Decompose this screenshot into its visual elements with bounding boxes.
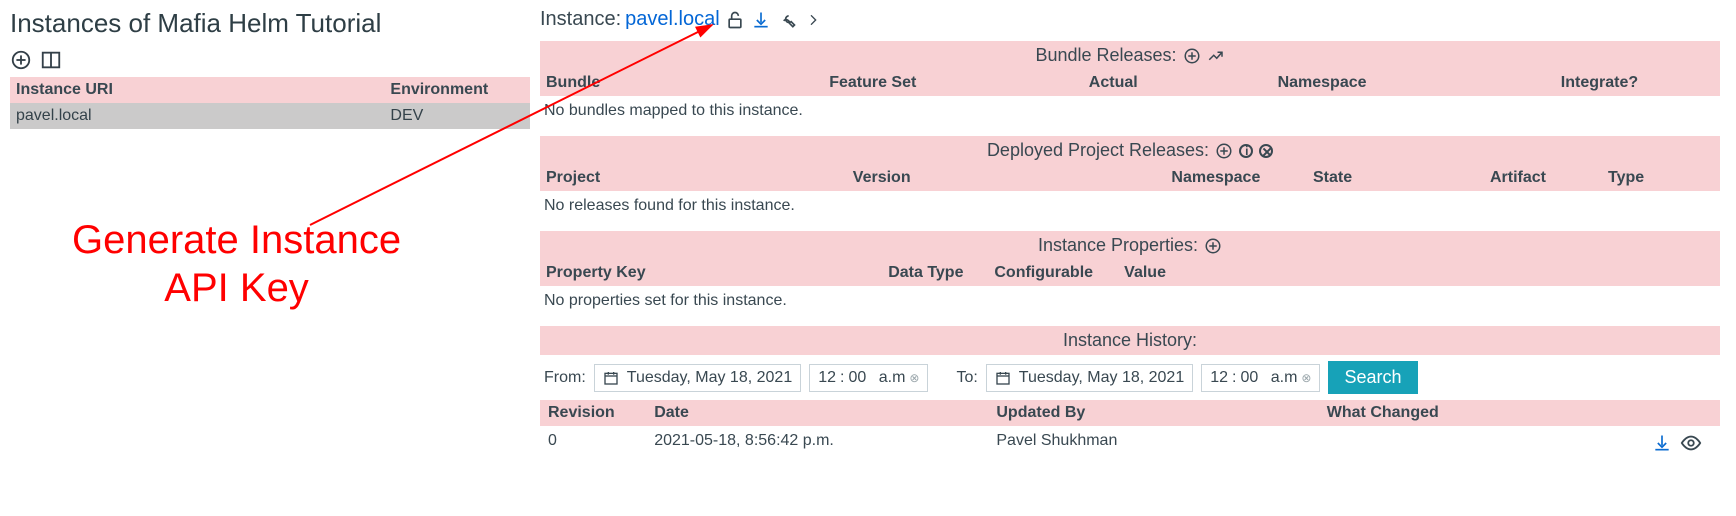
add-bundle-icon[interactable] <box>1183 47 1201 65</box>
deployed-section: Deployed Project Releases: Project Versi… <box>540 136 1720 221</box>
col-version: Version <box>847 165 1166 191</box>
col-configurable: Configurable <box>988 260 1118 286</box>
col-namespace: Namespace <box>1272 70 1555 96</box>
col-datatype: Data Type <box>882 260 988 286</box>
time-m: 00 <box>848 369 866 387</box>
deployed-title: Deployed Project Releases: <box>540 136 1720 165</box>
time-h: 12 <box>818 369 836 387</box>
cell-uri: pavel.local <box>10 103 384 129</box>
cell-whatchanged <box>1319 426 1720 460</box>
time-ampm: a.m <box>879 369 906 387</box>
clear-icon[interactable]: ⊗ <box>1301 371 1311 385</box>
col-propkey: Property Key <box>540 260 882 286</box>
instance-label: Instance: <box>540 8 621 31</box>
time-ampm: a.m <box>1271 369 1298 387</box>
col-value: Value <box>1118 260 1720 286</box>
delete-icon[interactable] <box>1259 144 1273 158</box>
time-h: 12 <box>1210 369 1228 387</box>
col-updatedby: Updated By <box>988 400 1318 426</box>
calendar-icon <box>995 370 1011 386</box>
title-text: Deployed Project Releases: <box>987 140 1209 161</box>
col-revision: Revision <box>540 400 646 426</box>
col-whatchanged: What Changed <box>1319 400 1720 426</box>
cell-date: 2021-05-18, 8:56:42 p.m. <box>646 426 988 460</box>
trend-icon[interactable] <box>1207 47 1225 65</box>
calendar-icon <box>603 370 619 386</box>
lock-open-icon[interactable] <box>724 9 746 31</box>
deployed-empty: No releases found for this instance. <box>540 191 1720 221</box>
to-time-input[interactable]: 12:00 a.m ⊗ <box>1201 364 1320 392</box>
from-time-input[interactable]: 12:00 a.m ⊗ <box>809 364 928 392</box>
history-title: Instance History: <box>540 326 1720 355</box>
cell-revision: 0 <box>540 426 646 460</box>
history-section: Instance History: From: Tuesday, May 18,… <box>540 326 1720 460</box>
bundle-empty: No bundles mapped to this instance. <box>540 96 1720 126</box>
properties-section: Instance Properties: Property Key Data T… <box>540 231 1720 316</box>
add-release-icon[interactable] <box>1215 142 1233 160</box>
title-text: Bundle Releases: <box>1035 45 1176 66</box>
col-actual: Actual <box>1083 70 1272 96</box>
title-text: Instance History: <box>1063 330 1197 351</box>
search-button[interactable]: Search <box>1328 361 1417 394</box>
eye-icon[interactable] <box>1680 432 1702 454</box>
deployed-columns: Project Version Namespace State Artifact… <box>540 165 1720 191</box>
date-value: Tuesday, May 18, 2021 <box>627 369 792 387</box>
col-integrate: Integrate? <box>1555 70 1720 96</box>
title-text: Instance Properties: <box>1038 235 1198 256</box>
add-instance-icon[interactable] <box>10 49 32 71</box>
bundle-columns: Bundle Feature Set Actual Namespace Inte… <box>540 70 1720 96</box>
add-property-icon[interactable] <box>1204 237 1222 255</box>
instance-link[interactable]: pavel.local <box>625 8 720 31</box>
page-title: Instances of Mafia Helm Tutorial <box>10 8 530 39</box>
col-instance-uri: Instance URI <box>10 77 384 103</box>
split-view-icon[interactable] <box>40 49 62 71</box>
properties-empty: No properties set for this instance. <box>540 286 1720 316</box>
instances-table: Instance URI Environment pavel.local DEV <box>10 77 530 129</box>
clear-icon[interactable]: ⊗ <box>909 371 919 385</box>
col-namespace: Namespace <box>1165 165 1307 191</box>
cell-env: DEV <box>384 103 530 129</box>
history-row: 0 2021-05-18, 8:56:42 p.m. Pavel Shukhma… <box>540 426 1720 460</box>
col-artifact: Artifact <box>1484 165 1602 191</box>
download-icon[interactable] <box>1652 433 1672 453</box>
cell-updatedby: Pavel Shukhman <box>988 426 1318 460</box>
from-date-input[interactable]: Tuesday, May 18, 2021 <box>594 364 801 392</box>
chevron-right-icon[interactable] <box>802 9 824 31</box>
annotation-text: Generate Instance API Key <box>72 216 401 312</box>
properties-columns: Property Key Data Type Configurable Valu… <box>540 260 1720 286</box>
bundle-releases-title: Bundle Releases: <box>540 41 1720 70</box>
col-environment: Environment <box>384 77 530 103</box>
wrench-icon[interactable] <box>776 9 798 31</box>
table-row[interactable]: pavel.local DEV <box>10 103 530 129</box>
col-type: Type <box>1602 165 1720 191</box>
info-icon[interactable] <box>1239 144 1253 158</box>
col-project: Project <box>540 165 847 191</box>
to-label: To: <box>956 369 977 387</box>
properties-title: Instance Properties: <box>540 231 1720 260</box>
col-bundle: Bundle <box>540 70 823 96</box>
history-columns: Revision Date Updated By What Changed <box>540 400 1720 426</box>
download-icon[interactable] <box>750 9 772 31</box>
instance-header: Instance: pavel.local <box>540 8 1720 31</box>
to-date-input[interactable]: Tuesday, May 18, 2021 <box>986 364 1193 392</box>
col-featureset: Feature Set <box>823 70 1083 96</box>
bundle-releases-section: Bundle Releases: Bundle Feature Set Actu… <box>540 41 1720 126</box>
date-value: Tuesday, May 18, 2021 <box>1019 369 1184 387</box>
from-label: From: <box>544 369 586 387</box>
col-state: State <box>1307 165 1484 191</box>
col-date: Date <box>646 400 988 426</box>
time-m: 00 <box>1240 369 1258 387</box>
